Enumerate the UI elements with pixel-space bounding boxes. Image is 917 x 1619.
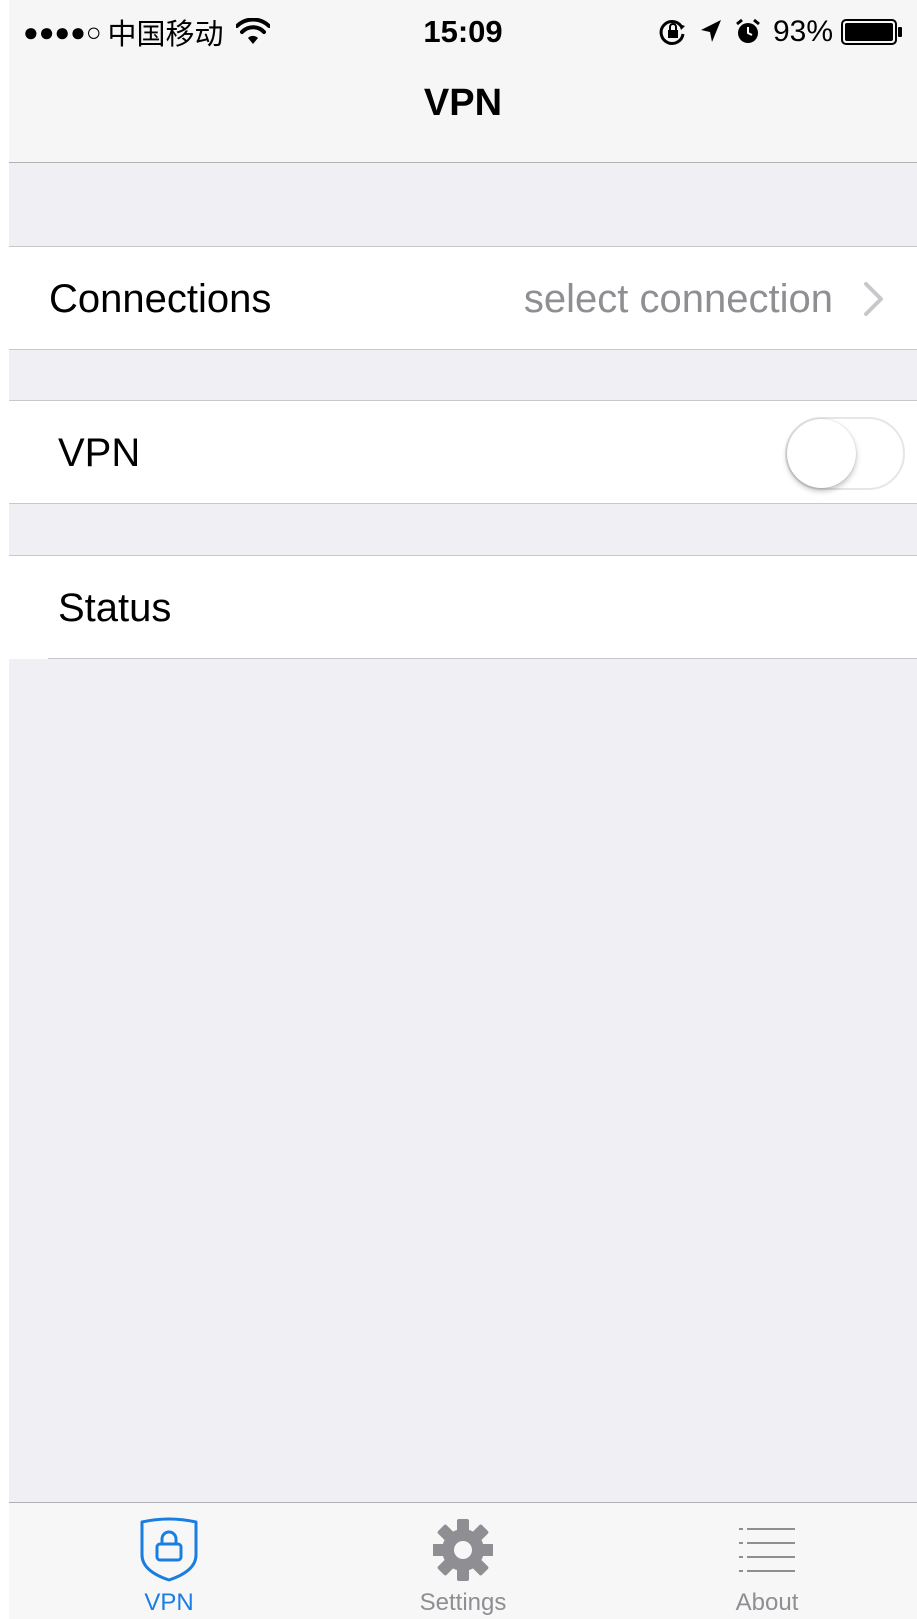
battery-percentage: 93% — [772, 15, 833, 48]
connection-detail: select connection — [523, 277, 833, 321]
tab-vpn[interactable]: VPN — [69, 1503, 269, 1619]
status-bar: ●●●●○ 中国移动 15:09 93% — [9, 0, 917, 62]
status-bar-right: 93% — [659, 12, 903, 52]
chevron-right-icon — [864, 282, 883, 316]
connections-label: Connections — [49, 277, 272, 321]
tab-about[interactable]: About — [667, 1503, 867, 1619]
tab-vpn-label: VPN — [144, 1589, 194, 1616]
list-icon — [739, 1528, 795, 1572]
top-bar: ●●●●○ 中国移动 15:09 93% VPN — [9, 0, 917, 163]
tab-about-label: About — [735, 1589, 799, 1616]
toggle-knob — [787, 419, 856, 488]
battery-icon — [841, 19, 902, 45]
tab-settings-label: Settings — [419, 1589, 507, 1616]
vpn-cell: VPN — [9, 400, 917, 504]
navigation-bar: VPN — [9, 62, 917, 162]
tab-settings[interactable]: Settings — [363, 1503, 563, 1619]
status-cell: Status — [9, 555, 917, 659]
gear-icon — [433, 1519, 493, 1581]
page-title: VPN — [423, 82, 503, 124]
cell-separator — [48, 658, 917, 659]
location-arrow-icon — [700, 20, 721, 42]
screen: ●●●●○ 中国移动 15:09 93% VPN Connections sel… — [9, 0, 917, 1619]
alarm-icon — [736, 18, 760, 43]
connections-cell[interactable]: Connections select connection — [9, 246, 917, 350]
shield-lock-icon — [140, 1517, 198, 1582]
vpn-toggle[interactable] — [785, 417, 905, 490]
orientation-lock-icon — [659, 19, 685, 45]
status-label: Status — [58, 586, 172, 630]
tab-bar: VPN Settings About — [9, 1502, 917, 1619]
vpn-label: VPN — [58, 431, 141, 475]
